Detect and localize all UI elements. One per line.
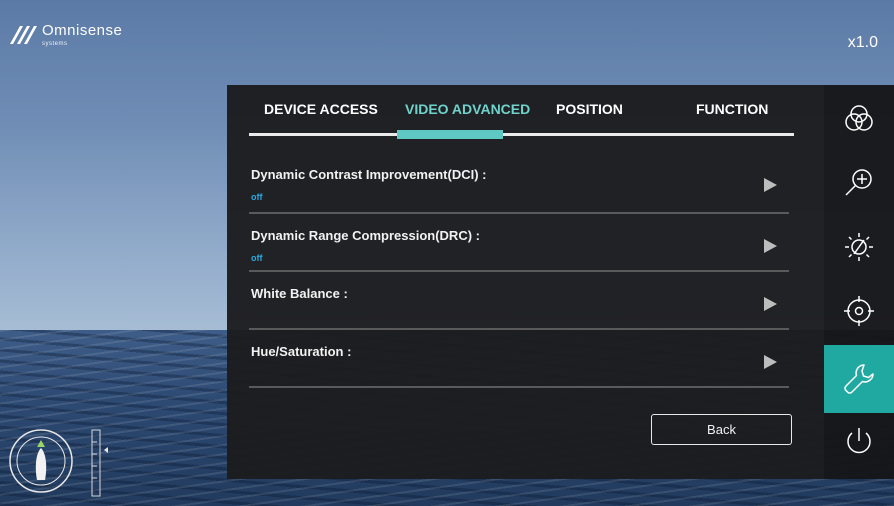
brand-logo: Omnisense systems: [8, 22, 122, 47]
power-icon: [847, 428, 871, 454]
play-arrow-icon: [764, 297, 777, 311]
setting-value: off: [251, 253, 263, 263]
zoom-button[interactable]: [824, 149, 894, 217]
play-arrow-icon: [764, 178, 777, 192]
wrench-icon: [844, 364, 874, 394]
play-arrow-icon: [764, 355, 777, 369]
target-icon: [844, 296, 874, 326]
settings-panel: DEVICE ACCESS VIDEO ADVANCED POSITION FU…: [227, 85, 824, 479]
brand-name: Omnisense: [42, 22, 123, 39]
setting-label: White Balance :: [251, 286, 348, 301]
tab-device-access[interactable]: DEVICE ACCESS: [264, 101, 378, 117]
setting-row-white-balance[interactable]: White Balance :: [249, 272, 789, 330]
tab-underline: [249, 133, 794, 136]
active-tab-indicator: [397, 130, 503, 139]
back-button[interactable]: Back: [651, 414, 792, 445]
play-arrow-icon: [764, 239, 777, 253]
tilt-gauge-icon: [91, 429, 108, 497]
brand-text: Omnisense systems: [42, 22, 122, 47]
zoom-in-icon: [845, 169, 872, 196]
position-button[interactable]: [824, 277, 894, 345]
setting-row-hue-saturation[interactable]: Hue/Saturation :: [249, 330, 789, 388]
color-circles-icon: [845, 105, 873, 131]
tab-function[interactable]: FUNCTION: [696, 101, 768, 117]
setting-label: Dynamic Contrast Improvement(DCI) :: [251, 167, 487, 182]
heading-compass-icon: [9, 429, 73, 493]
sidebar: [824, 85, 894, 479]
setting-row-drc[interactable]: Dynamic Range Compression(DRC) : off: [249, 214, 789, 272]
tab-bar: DEVICE ACCESS VIDEO ADVANCED POSITION FU…: [249, 85, 794, 137]
setting-label: Dynamic Range Compression(DRC) :: [251, 228, 480, 243]
color-settings-button[interactable]: [824, 85, 894, 153]
zoom-level: x1.0: [847, 34, 878, 51]
settings-list: Dynamic Contrast Improvement(DCI) : off …: [249, 153, 789, 388]
setting-label: Hue/Saturation :: [251, 344, 352, 359]
omnisense-logo-icon: [10, 25, 37, 44]
settings-button[interactable]: [824, 345, 894, 413]
power-button[interactable]: [824, 407, 894, 475]
setting-value: off: [251, 192, 263, 202]
tab-position[interactable]: POSITION: [556, 101, 623, 117]
brand-subtitle: systems: [42, 41, 68, 47]
setting-row-dci[interactable]: Dynamic Contrast Improvement(DCI) : off: [249, 153, 789, 214]
tab-video-advanced[interactable]: VIDEO ADVANCED: [405, 101, 530, 117]
brightness-icon: [845, 233, 873, 261]
image-adjust-button[interactable]: [824, 213, 894, 281]
